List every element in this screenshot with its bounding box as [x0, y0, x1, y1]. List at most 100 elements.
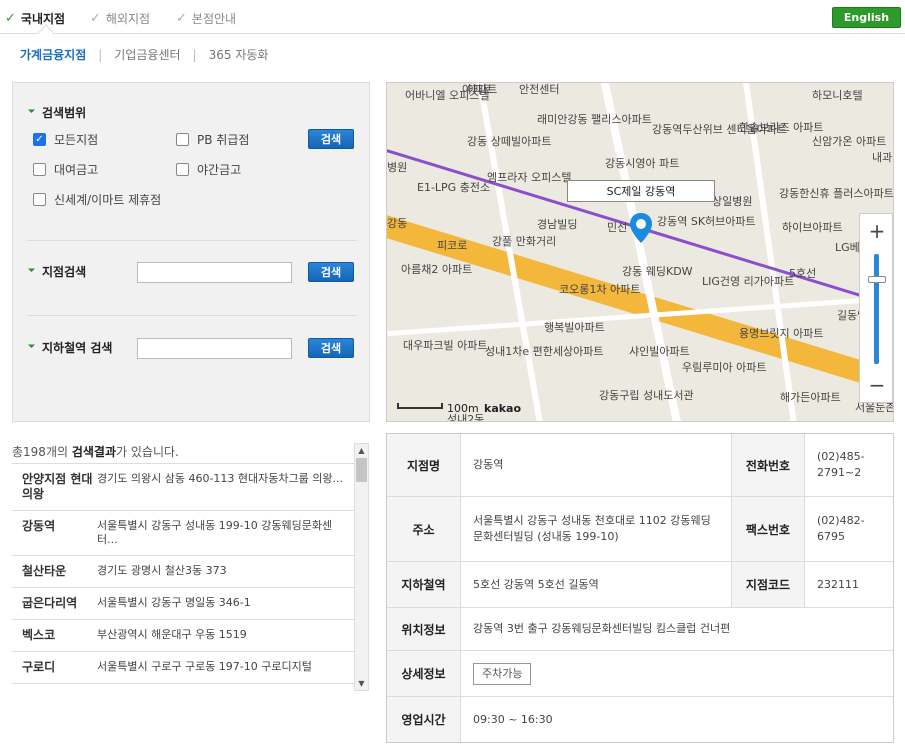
branch-search-button[interactable]: 검색: [308, 262, 354, 282]
map-label: 강풀 만화거리: [492, 235, 557, 248]
detail-value: 5호선 강동역 5호선 길동역: [473, 577, 599, 591]
map-label: 강동한신휴 플러스아파트: [779, 187, 894, 200]
map-label: 대우파크빌 아파트: [403, 339, 488, 352]
checkbox-icon[interactable]: [33, 163, 46, 176]
subtab-corporate-center[interactable]: 기업금융센터: [114, 46, 180, 63]
option-all-branches[interactable]: ✓ 모든지점: [33, 131, 98, 148]
detail-value: (02)482-6795: [817, 514, 865, 543]
detail-row-location: 위치정보 강동역 3번 출구 강동웨딩문화센터빌딩 킴스클럽 건너편: [387, 608, 893, 651]
list-item[interactable]: 굽은다리역 서울특별시 강동구 명일동 346-1: [12, 588, 354, 620]
branch-name: 구로디: [22, 660, 56, 674]
scroll-up-icon[interactable]: ▲: [355, 444, 368, 457]
map-label: 코오롱1차 아파트: [559, 283, 641, 296]
count-prefix: 총198개의: [12, 445, 72, 459]
zoom-control: + −: [859, 213, 893, 403]
detail-value: 09:30 ~ 16:30: [473, 712, 553, 726]
bullet-icon: [27, 264, 36, 273]
tab-headquarters[interactable]: ✓ 본점안내: [176, 10, 236, 27]
tab-overseas[interactable]: ✓ 해외지점: [90, 10, 150, 27]
subway-search-input[interactable]: [137, 338, 292, 359]
result-list: 안양지점 현대의왕 경기도 의왕시 삼동 460-113 현대자동차그룹 의왕.…: [12, 463, 354, 689]
subtab-365-atm[interactable]: 365 자동화: [209, 46, 269, 63]
subtab-personal-banking[interactable]: 가계금융지점: [20, 46, 86, 63]
search-panel: 검색범위 ✓ 모든지점 PB 취급점 검색 대여금고 야간금고 신세계/이마트 …: [12, 82, 370, 422]
branch-search-input[interactable]: [137, 262, 292, 283]
branch-address: 서울특별시 강동구 명일동 346-1: [97, 596, 251, 609]
bullet-icon: [27, 105, 36, 114]
top-tabs: ✓ 국내지점 ✓ 해외지점 ✓ 본점안내 English: [0, 0, 905, 42]
branch-address: 서울특별시 강동구 성내동 199-10 강동웨딩문화센터...: [97, 519, 333, 546]
detail-label: 전화번호: [731, 434, 805, 496]
tab-headquarters-label: 본점안내: [191, 12, 237, 26]
zoom-slider-thumb[interactable]: [868, 276, 886, 283]
scroll-down-icon[interactable]: ▼: [355, 677, 368, 690]
subway-search-title-text: 지하철역 검색: [42, 341, 113, 355]
result-count: 총198개의 검색결과가 있습니다.: [12, 443, 179, 460]
list-item[interactable]: 철산타운 경기도 광명시 철산3동 373: [12, 556, 354, 588]
zoom-track[interactable]: [874, 254, 879, 364]
range-search-button[interactable]: 검색: [308, 129, 354, 149]
option-safe-deposit[interactable]: 대여금고: [33, 161, 98, 178]
check-icon: ✓: [176, 11, 187, 26]
tab-domestic[interactable]: ✓ 국내지점: [5, 10, 65, 27]
list-item[interactable]: 구로디 서울특별시 구로구 구로동 197-10 구로디지털: [12, 652, 354, 684]
branch-tooltip[interactable]: SC제일 강동역: [567, 180, 715, 202]
branch-address: 경기도 광명시 철산3동 373: [97, 564, 227, 577]
branch-name: 철산타운: [22, 564, 67, 578]
english-button[interactable]: English: [832, 7, 901, 28]
map-label: 내과: [872, 151, 893, 164]
search-range-title-text: 검색범위: [42, 106, 87, 120]
checkbox-icon[interactable]: [33, 193, 46, 206]
map-label: 강동: [387, 217, 408, 230]
list-item[interactable]: 벡스코 부산광역시 해운대구 우동 1519: [12, 620, 354, 652]
tab-pointer: [37, 24, 55, 42]
detail-label: 팩스번호: [731, 497, 805, 561]
map-label: 엠프라자 오피스텔: [487, 171, 572, 184]
location-pin-icon[interactable]: [630, 213, 652, 243]
map-provider-logo: kakao: [484, 402, 522, 415]
list-item[interactable]: 강동역 서울특별시 강동구 성내동 199-10 강동웨딩문화센터...: [12, 511, 354, 556]
bullet-icon: [27, 340, 36, 349]
branch-address: 서울특별시 구로구 구로동 197-10 구로디지털: [97, 660, 312, 673]
branch-name: 굽은다리역: [22, 596, 78, 610]
map-label: 5호선: [789, 267, 817, 280]
detail-row-info: 상세정보 주차가능: [387, 651, 893, 697]
map-label: 우림루미아 아파트: [682, 361, 767, 374]
branch-name: 강동역: [22, 519, 56, 533]
tab-divider: [0, 33, 905, 34]
sub-tabs: 가계금융지점 | 기업금융센터 | 365 자동화: [20, 46, 268, 63]
scroll-thumb[interactable]: [356, 458, 367, 482]
checkbox-icon[interactable]: [176, 133, 189, 146]
map-label: 민선: [607, 221, 628, 234]
detail-label: 위치정보: [387, 608, 461, 650]
detail-label: 영업시간: [387, 697, 461, 742]
map-label: 샤인빌아파트: [629, 345, 690, 358]
separator: |: [98, 47, 103, 62]
option-label: PB 취급점: [197, 133, 250, 147]
map-label: 강동역 SK허브아파트: [657, 215, 756, 228]
branch-search-title-text: 지점검색: [42, 265, 87, 279]
zoom-in-button[interactable]: +: [860, 214, 893, 248]
zoom-out-button[interactable]: −: [860, 368, 893, 402]
count-suffix: 가 있습니다.: [116, 445, 179, 459]
option-shinsegae[interactable]: 신세계/이마트 제휴점: [33, 191, 161, 208]
subway-search-button[interactable]: 검색: [308, 338, 354, 358]
branch-address: 부산광역시 해운대구 우동 1519: [97, 628, 247, 641]
detail-value: 서울특별시 강동구 성내동 천호대로 1102 강동웨딩문화센터빌딩 (성내동 …: [473, 514, 711, 543]
map-view[interactable]: 어바니엘 오피스텔 안전센터 아파트 래미안강동 팰리스아파트 하모니호텔 강동…: [386, 82, 894, 422]
option-pb[interactable]: PB 취급점: [176, 131, 249, 148]
map-label: 성내1차e 편한세상아파트: [485, 345, 604, 358]
detail-label: 상세정보: [387, 651, 461, 696]
list-item[interactable]: 안양지점 현대의왕 경기도 의왕시 삼동 460-113 현대자동차그룹 의왕.…: [12, 464, 354, 511]
branch-name: 안양지점 현대의왕: [22, 472, 93, 501]
map-label: 아파트: [462, 83, 493, 96]
map-label: 경남빌딩: [537, 218, 578, 231]
option-night-deposit[interactable]: 야간금고: [176, 161, 241, 178]
checkbox-checked-icon[interactable]: ✓: [33, 133, 46, 146]
map-label: 강동 상떼빌아파트: [467, 135, 552, 148]
checkbox-icon[interactable]: [176, 163, 189, 176]
map-label: 강동구립 성내도서관: [599, 389, 694, 402]
list-scrollbar[interactable]: ▲ ▼: [354, 443, 369, 691]
detail-value: 강동역: [473, 458, 504, 471]
map-label: 상일병원: [712, 195, 753, 208]
